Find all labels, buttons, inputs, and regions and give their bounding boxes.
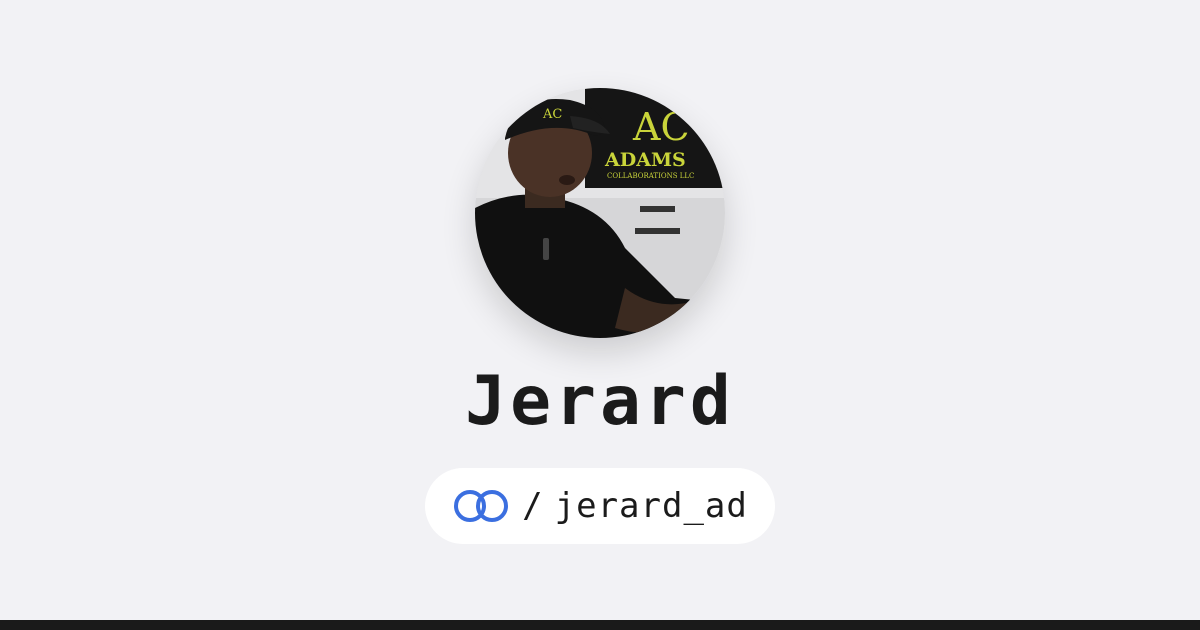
svg-text:AC: AC [542, 107, 562, 122]
sign-logo: AC [632, 105, 690, 149]
profile-name: Jerard [465, 362, 735, 441]
bottom-bar [0, 620, 1200, 630]
avatar: AC ADAMS COLLABORATIONS LLC AC [475, 88, 725, 338]
sign-title: ADAMS [604, 149, 686, 171]
sign-subtitle: COLLABORATIONS LLC [607, 172, 694, 180]
avatar-photo: AC ADAMS COLLABORATIONS LLC AC [475, 88, 725, 338]
handle-separator: / [522, 486, 543, 526]
handle-pill[interactable]: / jerard_ad [425, 468, 775, 544]
username-handle: jerard_ad [554, 486, 748, 526]
interlocking-rings-icon [452, 488, 510, 524]
